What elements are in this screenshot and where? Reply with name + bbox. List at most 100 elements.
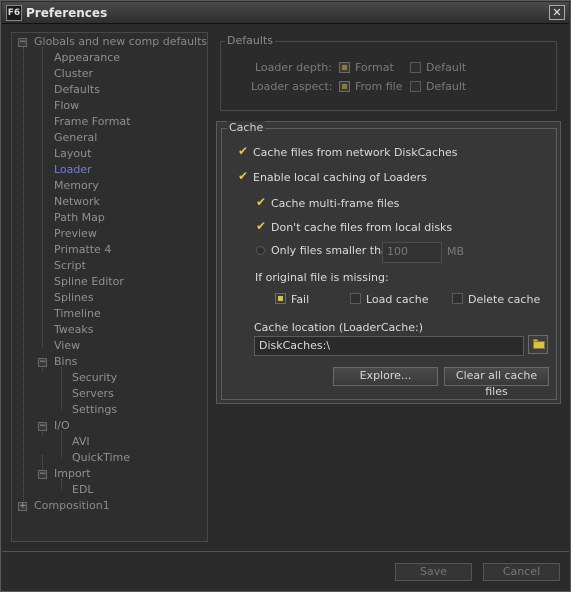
collapse-icon[interactable]: − [38, 358, 47, 367]
browse-folder-button[interactable] [528, 335, 548, 354]
tree-item-preview[interactable]: Preview [54, 227, 97, 242]
tree-item-label: Network [54, 195, 100, 208]
tree-item-label: Bins [54, 355, 78, 368]
load-cache-label: Load cache [366, 293, 429, 306]
local-cache-label: Enable local caching of Loaders [253, 171, 427, 184]
tree-item-timeline[interactable]: Timeline [54, 307, 101, 322]
tree-item-label: Primatte 4 [54, 243, 112, 256]
multi-frame-checkbox[interactable]: ✔ [256, 196, 266, 208]
loader-depth-default-checkbox[interactable] [410, 62, 421, 73]
loader-aspect-from-file-radio[interactable] [339, 81, 350, 92]
tree-item-label: Settings [72, 403, 118, 416]
tree-item-label: Defaults [54, 83, 100, 96]
tree-item-primatte[interactable]: Primatte 4 [54, 243, 111, 258]
tree-item-label: View [54, 339, 81, 352]
smaller-than-radio[interactable] [256, 246, 265, 255]
tree-item-label: Servers [72, 387, 114, 400]
tree-item-cluster[interactable]: Cluster [54, 67, 93, 82]
tree-item-label: Memory [54, 179, 99, 192]
preferences-tree: − Globals and new comp defaults Appearan… [11, 32, 208, 542]
tree-item-memory[interactable]: Memory [54, 179, 99, 194]
load-cache-checkbox[interactable] [350, 293, 361, 304]
tree-item-servers[interactable]: Servers [72, 387, 114, 402]
tree-item-edl[interactable]: EDL [72, 483, 94, 498]
footer-divider [2, 551, 569, 552]
tree-item-view[interactable]: View [54, 339, 80, 354]
title-bar[interactable]: F6 Preferences ✕ [2, 2, 569, 24]
clear-cache-button[interactable]: Clear all cache files [444, 367, 549, 398]
tree-item-label: Path Map [54, 211, 105, 224]
collapse-icon[interactable]: − [38, 422, 47, 431]
cache-group-title: Cache [227, 121, 266, 134]
tree-item-network[interactable]: Network [54, 195, 100, 210]
from-file-label: From file [355, 80, 403, 93]
close-icon[interactable]: ✕ [549, 5, 565, 20]
loader-aspect-label: Loader aspect: [251, 80, 333, 93]
network-cache-checkbox[interactable]: ✔ [238, 145, 248, 157]
tree-item-splines[interactable]: Splines [54, 291, 94, 306]
tree-item-label: General [54, 131, 98, 144]
cache-location-input[interactable]: DiskCaches:\ [254, 336, 524, 356]
tree-item-path-map[interactable]: Path Map [54, 211, 105, 226]
explore-button[interactable]: Explore... [333, 367, 438, 386]
tree-item-label: Frame Format [54, 115, 131, 128]
default-label: Default [426, 80, 467, 93]
app-icon: F6 [6, 5, 22, 21]
tree-item-label: EDL [72, 483, 94, 496]
mb-label: MB [447, 245, 465, 258]
tree-item-defaults[interactable]: Defaults [54, 83, 100, 98]
delete-cache-checkbox[interactable] [452, 293, 463, 304]
smaller-than-input[interactable]: 100 [382, 242, 442, 263]
tree-item-label: AVI [72, 435, 90, 448]
tree-item-label: Timeline [54, 307, 101, 320]
collapse-icon[interactable]: − [38, 470, 47, 479]
tree-item-label: Loader [54, 163, 92, 176]
tree-item-appearance[interactable]: Appearance [54, 51, 120, 66]
tree-item-tweaks[interactable]: Tweaks [54, 323, 94, 338]
tree-item-frame-format[interactable]: Frame Format [54, 115, 131, 130]
format-label: Format [355, 61, 394, 74]
cache-panel: Cache ✔ Cache files from network DiskCac… [216, 121, 561, 404]
tree-item-script[interactable]: Script [54, 259, 86, 274]
tree-item-settings[interactable]: Settings [72, 403, 117, 418]
missing-file-label: If original file is missing: [255, 271, 389, 284]
tree-item-label: Tweaks [54, 323, 94, 336]
tree-item-label: Appearance [54, 51, 121, 64]
preferences-window: F6 Preferences ✕ − Globals and new comp … [0, 0, 571, 592]
no-local-disks-label: Don't cache files from local disks [271, 221, 453, 234]
tree-item-general[interactable]: General [54, 131, 97, 146]
cache-group: Cache ✔ Cache files from network DiskCac… [221, 121, 557, 400]
window-title: Preferences [26, 6, 108, 20]
fail-radio[interactable] [275, 293, 286, 304]
smaller-than-label: Only files smaller than [271, 244, 395, 257]
collapse-icon[interactable]: − [18, 38, 27, 47]
expand-icon[interactable]: + [18, 502, 27, 511]
tree-item-label: Spline Editor [54, 275, 124, 288]
tree-item-label: Security [72, 371, 118, 384]
tree-item-spline-editor[interactable]: Spline Editor [54, 275, 124, 290]
tree-item-label: I/O [54, 419, 70, 432]
tree-item-label: Import [54, 467, 91, 480]
loader-aspect-default-checkbox[interactable] [410, 81, 421, 92]
tree-item-flow[interactable]: Flow [54, 99, 79, 114]
no-local-disks-checkbox[interactable]: ✔ [256, 220, 266, 232]
multi-frame-label: Cache multi-frame files [271, 197, 400, 210]
tree-item-security[interactable]: Security [72, 371, 117, 386]
fail-label: Fail [291, 293, 310, 306]
tree-item-label: Cluster [54, 67, 94, 80]
folder-icon [533, 341, 545, 349]
tree-item-avi[interactable]: AVI [72, 435, 90, 450]
loader-depth-format-radio[interactable] [339, 62, 350, 73]
tree-item-layout[interactable]: Layout [54, 147, 91, 162]
local-cache-checkbox[interactable]: ✔ [238, 170, 248, 182]
cancel-button[interactable]: Cancel [483, 563, 560, 581]
tree-item-label: Globals and new comp defaults [34, 35, 208, 48]
cache-location-label: Cache location (LoaderCache:) [254, 321, 424, 334]
save-button[interactable]: Save [395, 563, 472, 581]
tree-item-quicktime[interactable]: QuickTime [72, 451, 130, 466]
tree-item-label: Flow [54, 99, 80, 112]
tree-item-label: Preview [54, 227, 97, 240]
tree-item-label: QuickTime [72, 451, 131, 464]
tree-item-loader[interactable]: Loader [54, 163, 92, 178]
tree-item-label: Composition1 [34, 499, 110, 512]
